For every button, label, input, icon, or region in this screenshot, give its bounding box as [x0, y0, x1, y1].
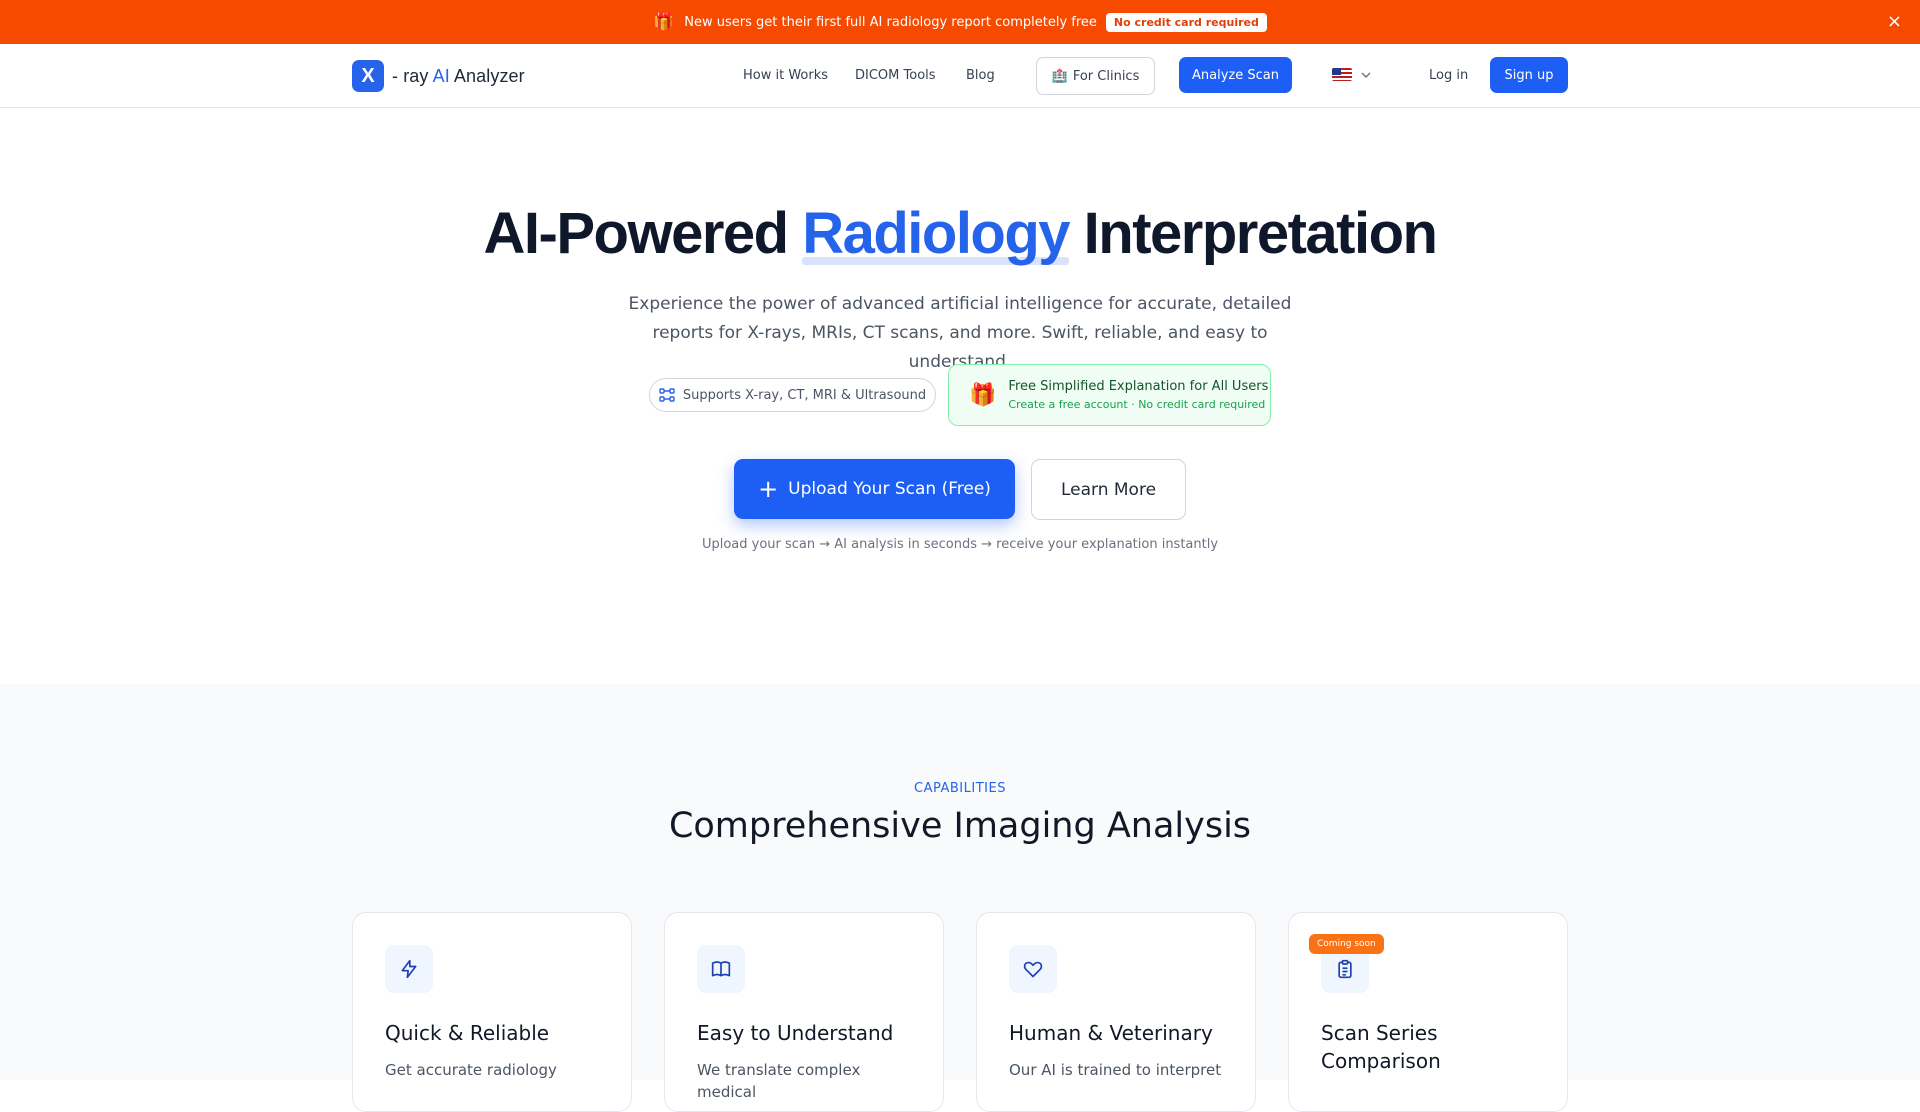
plus-icon: + — [758, 475, 779, 503]
learn-more-button[interactable]: Learn More — [1031, 459, 1186, 520]
capabilities-section: CAPABILITIES Comprehensive Imaging Analy… — [0, 684, 1920, 1112]
nav-link-dicom-tools[interactable]: DICOM Tools — [855, 68, 936, 83]
capability-card-description: Get accurate radiology — [385, 1061, 557, 1079]
nav-link-how-it-works[interactable]: How it Works — [743, 68, 828, 83]
gift-icon: 🎁 — [969, 382, 997, 408]
login-link[interactable]: Log in — [1429, 68, 1468, 83]
logo-mark: X — [352, 60, 384, 92]
announcement-bar: 🎁 New users get their first full AI radi… — [0, 0, 1920, 44]
language-selector[interactable] — [1332, 68, 1372, 81]
capability-card-title: Quick & Reliable — [385, 1021, 550, 1045]
us-flag-icon — [1332, 68, 1352, 81]
signup-button[interactable]: Sign up — [1490, 57, 1568, 93]
capability-card-description: We translate complex medical — [697, 1061, 861, 1101]
free-explanation-card: 🎁 Free Simplified Explanation for All Us… — [948, 364, 1271, 426]
capability-card-title: Scan Series Comparison — [1321, 1021, 1441, 1073]
logo-text-suffix: Analyzer — [449, 65, 525, 86]
capability-card-title: Easy to Understand — [697, 1021, 894, 1045]
heart-icon — [1009, 945, 1057, 993]
hero-process-note: Upload your scan → AI analysis in second… — [701, 537, 1219, 552]
capability-card-easy-to-understand: Easy to Understand We translate complex … — [664, 912, 944, 1112]
hero-title-highlight: Radiology — [802, 200, 1071, 267]
free-explanation-title: Free Simplified Explanation for All User… — [1008, 379, 1269, 394]
hero-title-highlight-text: Radiology — [802, 201, 1070, 266]
capability-card-scan-series-comparison: Coming soon Scan Series Comparison — [1288, 912, 1568, 1112]
book-icon — [697, 945, 745, 993]
hero-title-suffix: Interpretation — [1069, 201, 1438, 266]
capability-card-title: Human & Veterinary — [1009, 1021, 1213, 1045]
analyze-scan-button[interactable]: Analyze Scan — [1179, 57, 1292, 93]
nav-link-blog[interactable]: Blog — [966, 68, 995, 83]
supported-modalities-pill: Supports X-ray, CT, MRI & Ultrasound — [649, 378, 936, 412]
hero-title: AI-Powered Radiology Interpretation — [0, 200, 1920, 267]
for-clinics-button[interactable]: 🏥 For Clinics — [1036, 57, 1155, 95]
coming-soon-badge: Coming soon — [1309, 934, 1384, 954]
hospital-icon: 🏥 — [1051, 68, 1068, 84]
hero-title-prefix: AI-Powered — [483, 201, 803, 266]
navbar: X - ray AI Analyzer How it Works DICOM T… — [0, 44, 1920, 108]
capability-card-human-veterinary: Human & Veterinary Our AI is trained to … — [976, 912, 1256, 1112]
logo-text-ai: AI — [432, 65, 450, 86]
gift-icon: 🎁 — [653, 12, 675, 32]
no-credit-card-badge: No credit card required — [1105, 12, 1267, 32]
capability-card-quick-reliable: Quick & Reliable Get accurate radiology — [352, 912, 632, 1112]
chevron-down-icon — [1361, 72, 1371, 78]
announcement-text: New users get their first full AI radiol… — [684, 14, 1097, 30]
capabilities-eyebrow: CAPABILITIES — [914, 781, 1006, 796]
logo-text: - ray AI Analyzer — [392, 66, 525, 87]
logo[interactable]: X - ray AI Analyzer — [352, 60, 525, 92]
lightning-icon — [385, 945, 433, 993]
logo-text-prefix: - ray — [392, 65, 433, 86]
upload-scan-button[interactable]: + Upload Your Scan (Free) — [734, 459, 1015, 519]
capability-card-description: Our AI is trained to interpret — [1009, 1061, 1222, 1079]
close-icon[interactable]: × — [1887, 11, 1902, 33]
upload-scan-label: Upload Your Scan (Free) — [788, 479, 991, 499]
for-clinics-label: For Clinics — [1072, 68, 1140, 84]
capabilities-title: Comprehensive Imaging Analysis — [668, 806, 1252, 846]
scan-modalities-icon — [659, 388, 675, 402]
supported-modalities-text: Supports X-ray, CT, MRI & Ultrasound — [682, 387, 927, 403]
free-explanation-subtitle: Create a free account · No credit card r… — [1008, 398, 1266, 411]
